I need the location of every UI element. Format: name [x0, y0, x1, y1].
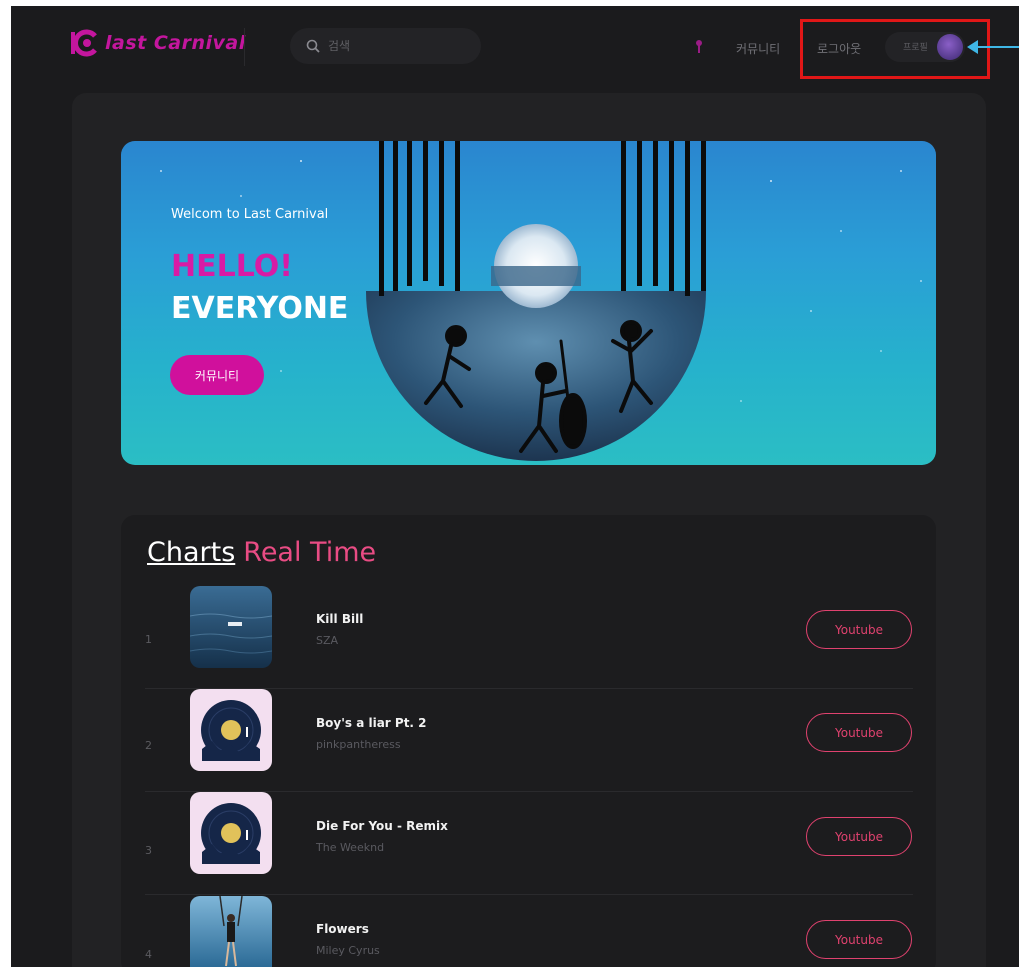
annotation-highlight-box — [800, 19, 990, 79]
album-cover[interactable] — [190, 689, 272, 771]
chart-row: 1 Kill Bill SZA Youtube — [145, 586, 913, 689]
row-divider — [145, 894, 913, 895]
hero-subtitle: Welcom to Last Carnival — [171, 207, 329, 222]
annotation-arrow-line — [975, 46, 1019, 48]
rank-number: 3 — [145, 844, 152, 857]
song-title[interactable]: Die For You - Remix — [316, 819, 448, 833]
rank-number: 2 — [145, 739, 152, 752]
album-cover-swing — [190, 896, 272, 967]
song-artist: Miley Cyrus — [316, 944, 380, 957]
song-title[interactable]: Flowers — [316, 922, 369, 936]
rank-number: 4 — [145, 948, 152, 961]
album-cover-vinyl — [190, 689, 272, 771]
album-cover[interactable] — [190, 896, 272, 967]
album-cover-ocean — [190, 586, 272, 668]
nav-link-community[interactable]: 커뮤니티 — [736, 40, 780, 57]
annotation-arrow-icon — [967, 40, 978, 54]
chart-row: 3 Die For You - Remix The Weeknd Youtube — [145, 792, 913, 895]
youtube-button[interactable]: Youtube — [806, 817, 912, 856]
app-window: last Carnival 커뮤니티 로그아웃 프로필 — [11, 6, 1019, 967]
search-icon — [306, 39, 320, 53]
main-content: Welcom to Last Carnival HELLO! EVERYONE … — [72, 93, 986, 967]
logo-icon — [71, 29, 97, 57]
chart-row: 4 Flowers Miley Cyrus Youtube — [145, 896, 913, 967]
charts-title-main[interactable]: Charts — [147, 537, 235, 568]
charts-title: Charts Real Time — [147, 537, 376, 568]
logo-text: last Carnival — [105, 32, 246, 54]
charts-section: Charts Real Time 1 Kill Bill SZA Youtube… — [121, 515, 936, 967]
rank-number: 1 — [145, 633, 152, 646]
notification-icon[interactable] — [694, 39, 704, 55]
song-artist: SZA — [316, 634, 339, 647]
song-artist: pinkpantheress — [316, 738, 401, 751]
album-cover[interactable] — [190, 586, 272, 668]
album-cover[interactable] — [190, 792, 272, 874]
search-input[interactable] — [328, 39, 468, 53]
hero-banner: Welcom to Last Carnival HELLO! EVERYONE … — [121, 141, 936, 465]
youtube-button[interactable]: Youtube — [806, 920, 912, 959]
album-cover-vinyl — [190, 792, 272, 874]
hero-illustration — [366, 141, 706, 461]
hero-heading-everyone: EVERYONE — [171, 291, 349, 326]
song-title[interactable]: Boy's a liar Pt. 2 — [316, 716, 427, 730]
song-title[interactable]: Kill Bill — [316, 612, 363, 626]
search-bar[interactable] — [290, 28, 481, 64]
logo[interactable]: last Carnival — [69, 28, 246, 58]
youtube-button[interactable]: Youtube — [806, 610, 912, 649]
song-artist: The Weeknd — [316, 841, 385, 854]
hero-community-button[interactable]: 커뮤니티 — [170, 355, 264, 395]
nav-divider — [244, 28, 245, 66]
chart-row: 2 Boy's a liar Pt. 2 pinkpantheress Yout… — [145, 689, 913, 792]
charts-title-realtime: Real Time — [243, 537, 377, 568]
hero-heading-hello: HELLO! — [171, 249, 293, 284]
youtube-button[interactable]: Youtube — [806, 713, 912, 752]
